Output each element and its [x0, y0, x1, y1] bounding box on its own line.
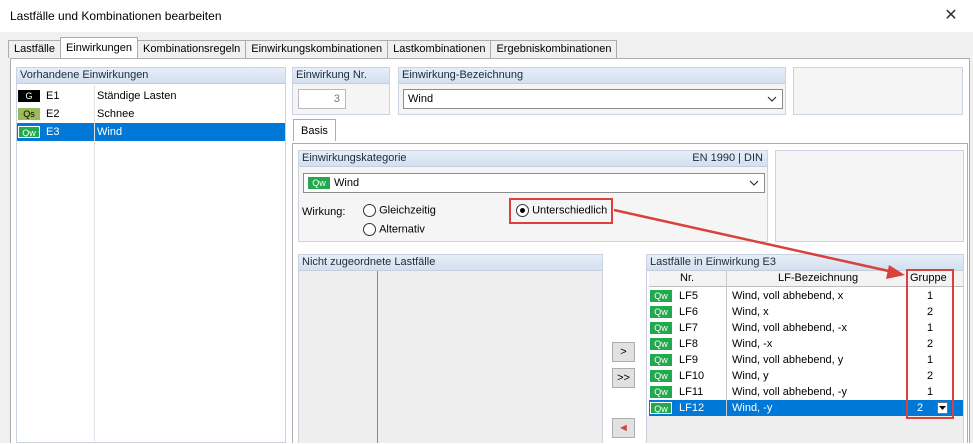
action-name: Schnee	[97, 108, 135, 120]
lf-nr: LF5	[679, 290, 698, 302]
list-item-e3[interactable]: Qw E3 Wind	[17, 123, 285, 141]
tab-einwirkungskombinationen[interactable]: Einwirkungskombinationen	[245, 40, 389, 58]
tab-ergebniskombinationen[interactable]: Ergebniskombinationen	[490, 40, 618, 58]
category-header: Einwirkungskategorie EN 1990 | DIN	[299, 151, 767, 167]
action-name-value: Wind	[408, 93, 434, 105]
category-badge: Qw	[650, 322, 672, 334]
lf-nr: LF9	[679, 354, 698, 366]
unassigned-header: Nicht zugeordnete Lastfälle	[299, 255, 602, 271]
lf-name: Wind, x	[732, 306, 769, 318]
assigned-group: Lastfälle in Einwirkung E3 Nr. LF-Bezeic…	[646, 254, 964, 443]
lf-name: Wind, -y	[732, 402, 773, 414]
unassign-button[interactable]: ◄	[612, 418, 635, 438]
window-title: Lastfälle und Kombinationen bearbeiten	[10, 9, 222, 23]
category-badge: Qw	[650, 290, 672, 302]
category-group: Einwirkungskategorie EN 1990 | DIN Qw Wi…	[298, 150, 768, 242]
category-badge: Qw	[650, 354, 672, 366]
list-item-e1[interactable]: G E1 Ständige Lasten	[17, 87, 285, 105]
radio-label: Unterschiedlich	[532, 204, 608, 217]
action-name-label: Einwirkung-Bezeichnung	[399, 68, 785, 84]
column-divider	[377, 271, 378, 443]
radio-icon	[363, 223, 376, 236]
actions-list-header: Vorhandene Einwirkungen	[17, 68, 285, 84]
category-value: Wind	[334, 177, 360, 189]
radio-label: Gleichzeitig	[379, 204, 436, 217]
action-name: Wind	[97, 126, 123, 138]
unassigned-group: Nicht zugeordnete Lastfälle	[298, 254, 603, 443]
category-combo[interactable]: Qw Wind	[303, 173, 765, 193]
tab-kombinationsregeln[interactable]: Kombinationsregeln	[137, 40, 247, 58]
lf-name: Wind, voll abhebend, -y	[732, 386, 847, 398]
side-info-box	[775, 150, 964, 242]
lf-nr: LF6	[679, 306, 698, 318]
lf-name: Wind, voll abhebend, y	[732, 354, 844, 366]
lf-nr: LF10	[679, 370, 705, 382]
action-id: E2	[46, 108, 60, 120]
category-badge: G	[18, 90, 40, 102]
radio-alternativ[interactable]: Alternativ	[363, 223, 425, 236]
close-icon[interactable]: ✕	[940, 5, 962, 27]
assign-all-button[interactable]: >>	[612, 368, 635, 388]
tab-lastfaelle[interactable]: Lastfälle	[8, 40, 61, 58]
tab-lastkombinationen[interactable]: Lastkombinationen	[387, 40, 492, 58]
effect-label: Wirkung:	[302, 206, 346, 218]
main-tabs: Lastfälle Einwirkungen Kombinationsregel…	[8, 37, 618, 58]
action-name-group: Einwirkung-Bezeichnung Wind	[398, 67, 786, 115]
chevron-down-icon	[767, 96, 777, 102]
lf-name: Wind, -x	[732, 338, 773, 350]
gruppe-highlight	[906, 269, 954, 419]
lf-name: Wind, voll abhebend, x	[732, 290, 844, 302]
category-badge: Qw	[650, 306, 672, 318]
radio-label: Alternativ	[379, 223, 425, 236]
column-nr: Nr.	[680, 272, 695, 284]
chevron-down-icon	[749, 180, 759, 186]
action-name-combo[interactable]: Wind	[403, 89, 783, 109]
actions-list: Vorhandene Einwirkungen G E1 Ständige La…	[16, 67, 286, 443]
lf-name: Wind, voll abhebend, -x	[732, 322, 847, 334]
action-no-group: Einwirkung Nr. 3	[292, 67, 390, 115]
action-name: Ständige Lasten	[97, 90, 177, 102]
action-no-label: Einwirkung Nr.	[293, 68, 389, 84]
lf-nr: LF11	[679, 386, 704, 398]
radio-icon	[363, 204, 376, 217]
table-empty-area	[647, 416, 963, 443]
category-badge: Qw	[650, 386, 672, 398]
category-label: Einwirkungskategorie	[302, 152, 407, 164]
radio-unterschiedlich[interactable]: Unterschiedlich	[509, 198, 613, 224]
category-badge: Qw	[650, 402, 672, 414]
category-badge: Qw	[650, 338, 672, 350]
category-badge: Qw	[650, 370, 672, 382]
tab-basis[interactable]: Basis	[293, 119, 336, 141]
preview-box	[793, 67, 963, 115]
action-id: E1	[46, 90, 60, 102]
category-badge: Qw	[308, 177, 330, 189]
assign-button[interactable]: >	[612, 342, 635, 362]
unassigned-table[interactable]	[299, 271, 602, 443]
column-divider	[94, 85, 95, 442]
lf-name: Wind, y	[732, 370, 769, 382]
category-badge: Qw	[18, 126, 40, 138]
category-badge: Qs	[18, 108, 40, 120]
list-item-e2[interactable]: Qs E2 Schnee	[17, 105, 285, 123]
tab-einwirkungen[interactable]: Einwirkungen	[59, 37, 139, 58]
lf-nr: LF7	[679, 322, 698, 334]
norm-label: EN 1990 | DIN	[692, 152, 763, 164]
action-no-field[interactable]: 3	[298, 89, 346, 109]
lf-nr: LF8	[679, 338, 698, 350]
action-id: E3	[46, 126, 60, 138]
radio-gleichzeitig[interactable]: Gleichzeitig	[363, 204, 436, 217]
column-lf-bezeichnung: LF-Bezeichnung	[778, 272, 859, 284]
radio-selected-icon	[516, 204, 529, 217]
lf-nr: LF12	[679, 402, 705, 414]
